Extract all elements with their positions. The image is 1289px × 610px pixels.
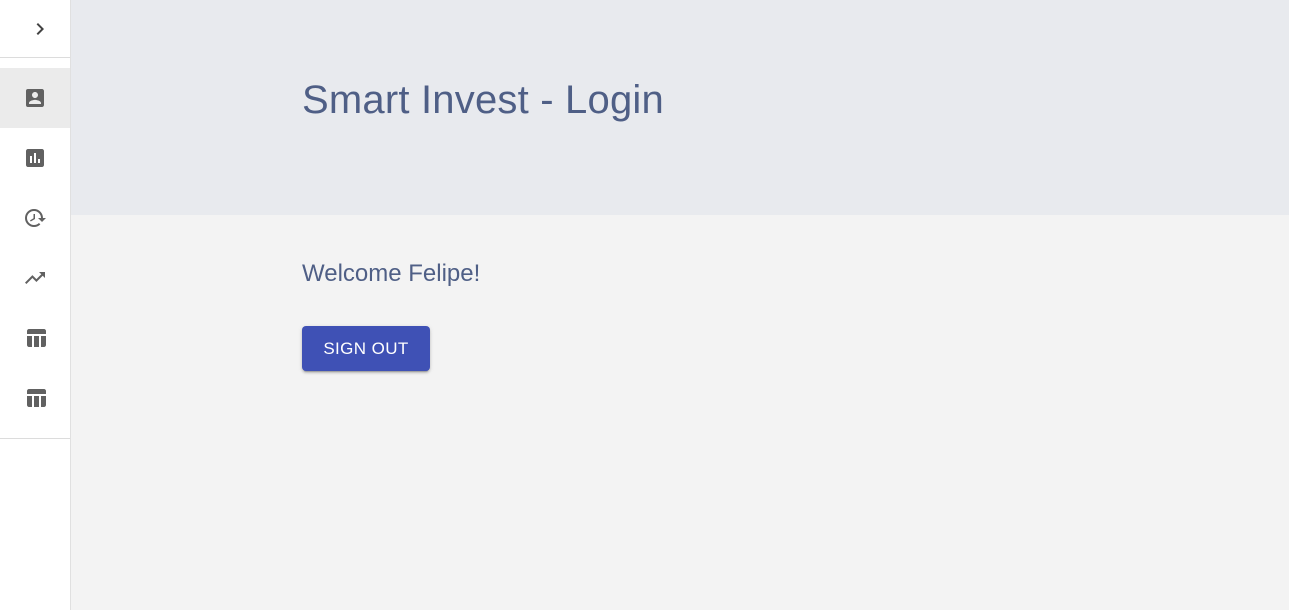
sidebar-item-table-1[interactable] <box>0 308 70 368</box>
sidebar-toggle-button[interactable] <box>0 0 70 57</box>
sidebar-divider-top <box>0 57 70 58</box>
app-root: Smart Invest - Login Welcome Felipe! Sig… <box>0 0 1289 610</box>
main-content: Welcome Felipe! Sign Out <box>71 215 1289 610</box>
sidebar <box>0 0 71 610</box>
chevron-right-icon <box>36 22 44 35</box>
sidebar-item-assessment[interactable] <box>0 128 70 188</box>
history-icon <box>25 209 46 227</box>
account-box-icon <box>26 89 44 107</box>
assessment-icon <box>26 149 44 167</box>
page-title: Smart Invest - Login <box>302 78 664 122</box>
sidebar-item-history[interactable] <box>0 188 70 248</box>
sidebar-item-account[interactable] <box>0 68 70 128</box>
sidebar-nav <box>0 68 70 428</box>
page-header: Smart Invest - Login <box>71 0 1289 215</box>
sidebar-divider-bottom <box>0 438 70 439</box>
welcome-message: Welcome Felipe! <box>302 260 481 287</box>
table-icon <box>27 329 46 347</box>
sign-out-button[interactable]: Sign Out <box>302 326 430 371</box>
table-icon <box>27 389 46 407</box>
sidebar-item-trending[interactable] <box>0 248 70 308</box>
sidebar-item-table-2[interactable] <box>0 368 70 428</box>
trending-up-icon <box>25 272 45 284</box>
